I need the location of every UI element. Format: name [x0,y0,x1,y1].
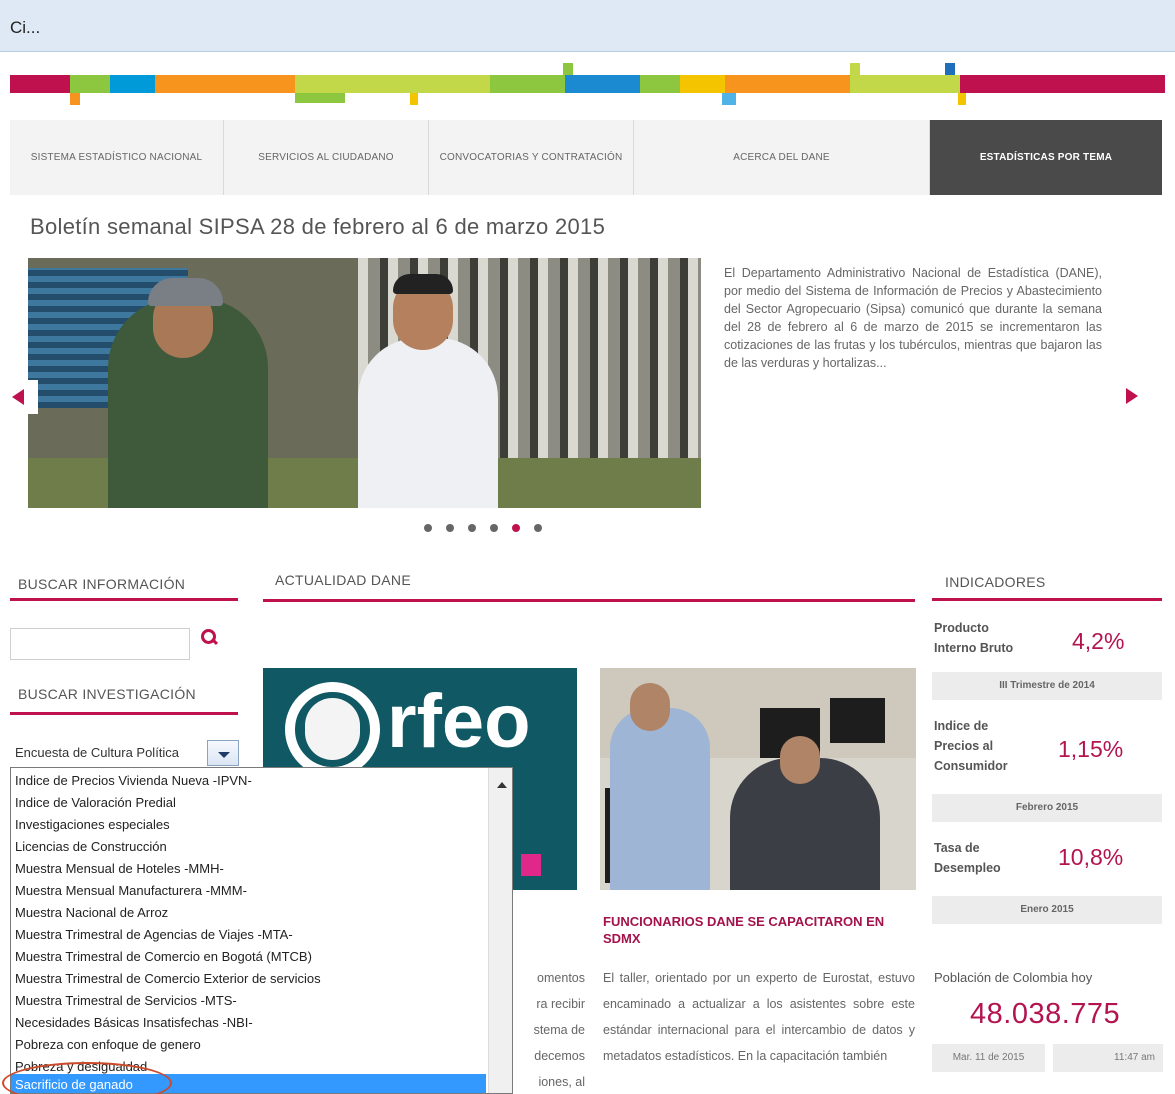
news-title: ACTUALIDAD DANE [275,572,411,588]
research-select[interactable]: Encuesta de Cultura Política [10,740,240,766]
indicator-gdp-name[interactable]: Producto Interno Bruto [934,618,1013,658]
population-value: 48.038.775 [970,998,1121,1030]
dropdown-option[interactable]: Muestra Nacional de Arroz [11,902,486,924]
dropdown-scrollbar[interactable] [488,768,512,1093]
indicator-cpi-name[interactable]: Indice de Precios al Consumidor [934,716,1008,776]
dropdown-option[interactable]: Muestra Trimestral de Servicios -MTS- [11,990,486,1012]
carousel-dot[interactable] [534,524,542,532]
population-time: 11:47 am [1053,1044,1163,1072]
indicator-cpi-value: 1,15% [1058,736,1124,762]
carousel-dot[interactable] [490,524,498,532]
dropdown-option[interactable]: Necesidades Básicas Insatisfechas -NBI- [11,1012,486,1034]
carousel-next-icon[interactable] [1124,386,1144,406]
search-research-rule [10,712,238,715]
penguin-icon [305,698,360,760]
indicator-unemployment-name[interactable]: Tasa de Desempleo [934,838,1001,878]
sdmx-card-image[interactable] [600,668,916,890]
news-rule [263,599,915,602]
dropdown-option[interactable]: Muestra Trimestral de Agencias de Viajes… [11,924,486,946]
dropdown-option[interactable]: Licencias de Construcción [11,836,486,858]
dropdown-option[interactable]: Indice de Precios Vivienda Nueva -IPVN- [11,770,486,792]
nav-acerca-dane[interactable]: ACERCA DEL DANE [634,120,930,195]
search-input[interactable] [10,628,190,660]
search-info-rule [10,598,238,601]
indicator-unemployment-value: 10,8% [1058,844,1124,870]
indicator-gdp-period: III Trimestre de 2014 [932,672,1162,700]
indicator-cpi-period: Febrero 2015 [932,794,1162,822]
chevron-down-icon[interactable] [207,740,239,766]
nav-sistema-estadistico[interactable]: SISTEMA ESTADÍSTICO NACIONAL [10,120,224,195]
indicators-rule [932,598,1162,601]
population-label: Población de Colombia hoy [934,970,1093,985]
inspector-figure [108,278,268,508]
carousel-dot[interactable] [468,524,476,532]
vendor-figure [358,274,498,508]
research-dropdown-list[interactable]: Indice de Precios Vivienda Nueva -IPVN- … [10,767,513,1094]
window-titlebar: Ci... [0,0,1175,52]
hero-headline[interactable]: Boletín semanal SIPSA 28 de febrero al 6… [30,214,605,240]
orfeo-logo-text: rfeo [387,679,531,764]
carousel-prev-icon[interactable] [10,380,38,414]
carousel-dot[interactable] [446,524,454,532]
dropdown-option[interactable]: Muestra Mensual de Hoteles -MMH- [11,858,486,880]
hero-summary: El Departamento Administrativo Nacional … [724,266,1102,370]
dropdown-option[interactable]: Indice de Valoración Predial [11,792,486,814]
hero-image[interactable] [28,258,701,508]
dropdown-option[interactable]: Investigaciones especiales [11,814,486,836]
carousel-dots [424,524,542,532]
news-card2-title[interactable]: FUNCIONARIOS DANE SE CAPACITARON EN SDMX [603,913,913,947]
nav-estadisticas-tema[interactable]: ESTADÍSTICAS POR TEMA [930,120,1162,195]
population-date: Mar. 11 de 2015 [932,1044,1045,1072]
research-select-value: Encuesta de Cultura Política [15,745,180,760]
dropdown-option[interactable]: Pobreza con enfoque de genero [11,1034,486,1056]
nav-servicios-ciudadano[interactable]: SERVICIOS AL CIUDADANO [224,120,429,195]
scroll-up-icon[interactable] [497,782,507,788]
nav-convocatorias[interactable]: CONVOCATORIAS Y CONTRATACIÓN [429,120,634,195]
news-card1-partial-text: omentos ra recibir stema de decemos ione… [533,971,585,1089]
indicator-gdp-value: 4,2% [1072,628,1125,654]
search-research-title: BUSCAR INVESTIGACIÓN [18,686,196,702]
news-card2-text: El taller, orientado por un experto de E… [603,971,915,1063]
brand-color-stripe [10,60,1165,110]
main-nav: SISTEMA ESTADÍSTICO NACIONAL SERVICIOS A… [10,120,1162,195]
window-title: Ci... [10,18,41,37]
carousel-dot-active[interactable] [512,524,520,532]
search-icon[interactable] [200,628,218,646]
dropdown-option[interactable]: Muestra Trimestral de Comercio Exterior … [11,968,486,990]
carousel-dot[interactable] [424,524,432,532]
dropdown-option[interactable]: Muestra Mensual Manufacturera -MMM- [11,880,486,902]
indicator-unemployment-period: Enero 2015 [932,896,1162,924]
dropdown-option[interactable]: Muestra Trimestral de Comercio en Bogotá… [11,946,486,968]
indicators-title: INDICADORES [945,574,1046,590]
search-info-title: BUSCAR INFORMACIÓN [18,576,186,592]
